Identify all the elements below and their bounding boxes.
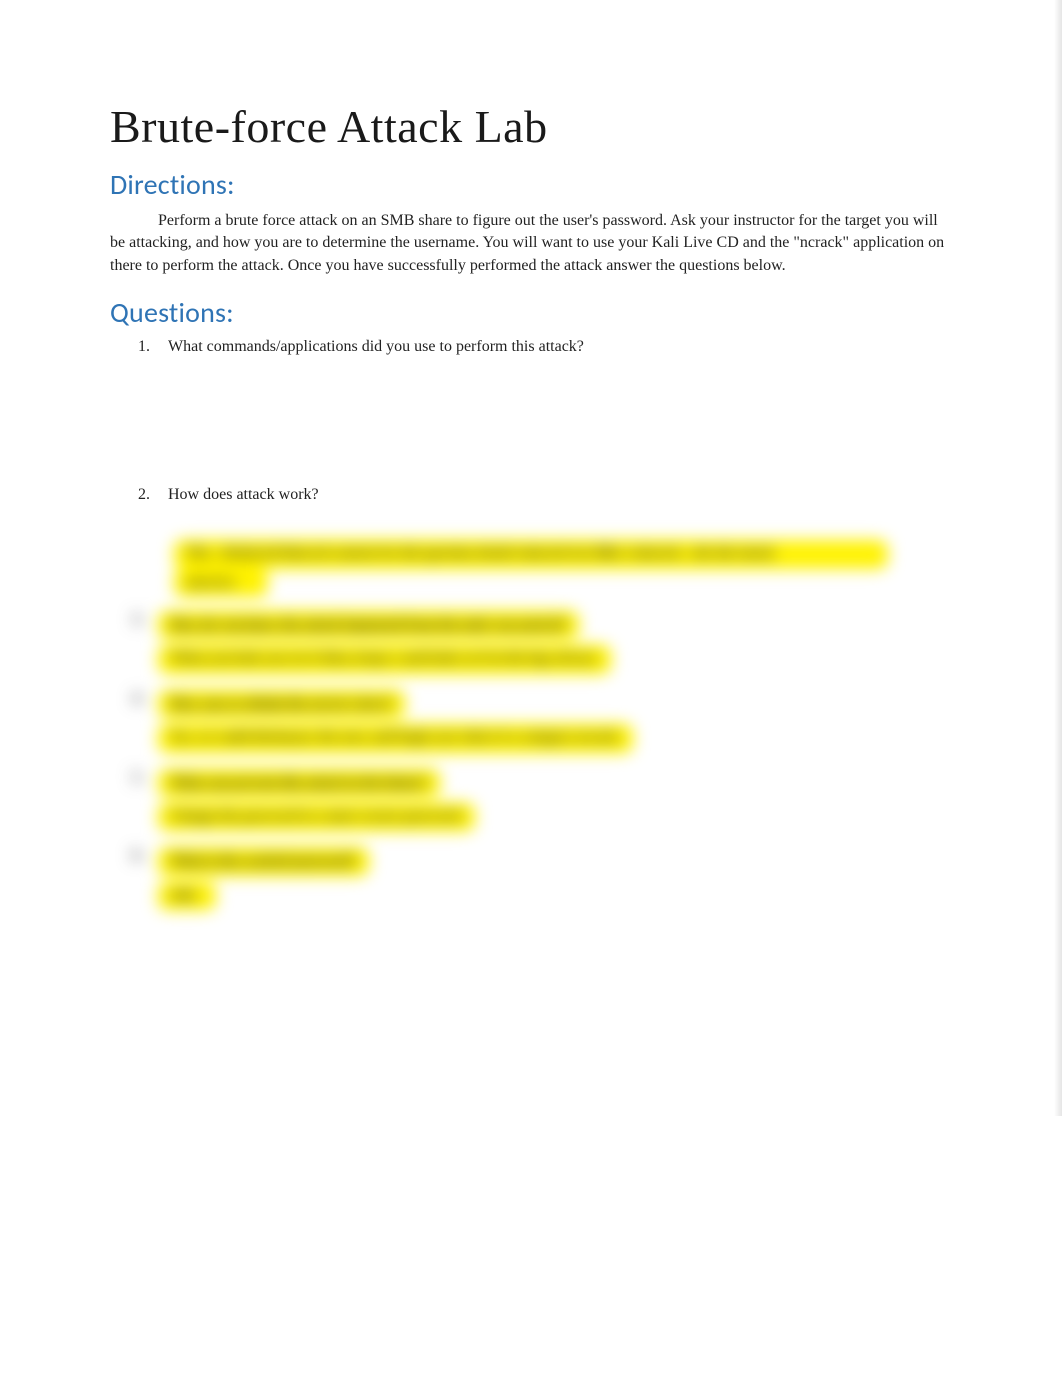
blurred-item: 6. What is the cracked password? adm [132,847,952,916]
directions-heading: Directions: [110,167,952,202]
page-edge-shadow [1054,0,1062,1116]
questions-heading: Questions: [110,295,952,330]
question-item: How does attack work? [154,486,952,504]
blurred-item-question: What is the cracked password? [158,847,369,875]
blurred-item-answer: Yes, we could dictionary the user, and b… [158,724,633,752]
blurred-item-number: 5. [132,769,146,787]
blurred-item: 4. How can we obtain the server's keys? … [132,690,952,759]
blurred-item-answer: When you look you see it then, keeps a a… [158,645,611,673]
question-item: What commands/applications did you use t… [154,338,952,356]
blurred-item-answer: Change the password to a more secure pas… [158,803,475,831]
blurred-item: 5. What can prevent this attack in the f… [132,769,952,838]
question-text: What commands/applications did you use t… [168,338,584,355]
directions-body: Perform a brute force attack on an SMB s… [110,210,952,277]
blurred-item-answer: adm [158,882,216,910]
blurred-item-number: 6. [132,847,146,865]
blurred-item-number: 4. [132,690,146,708]
blurred-intro-line: answers. [174,569,268,597]
blurred-item-question: What can prevent this attack in the futu… [158,769,440,797]
page-title: Brute-force Attack Lab [110,100,952,153]
question-text: How does attack work? [168,486,319,503]
blurred-item-question: How do you know the attack happened from… [158,611,579,639]
blurred-item-question: How can we obtain the server's keys? [158,690,405,718]
questions-list: What commands/applications did you use t… [110,338,952,504]
blurred-item: 3. How do you know the attack happened f… [132,611,952,680]
blurred-intro-line: The…Redacted blurred content for lab que… [174,540,888,568]
blurred-item-number: 3. [132,611,146,629]
blurred-answers-region: The…Redacted blurred content for lab que… [110,540,952,916]
